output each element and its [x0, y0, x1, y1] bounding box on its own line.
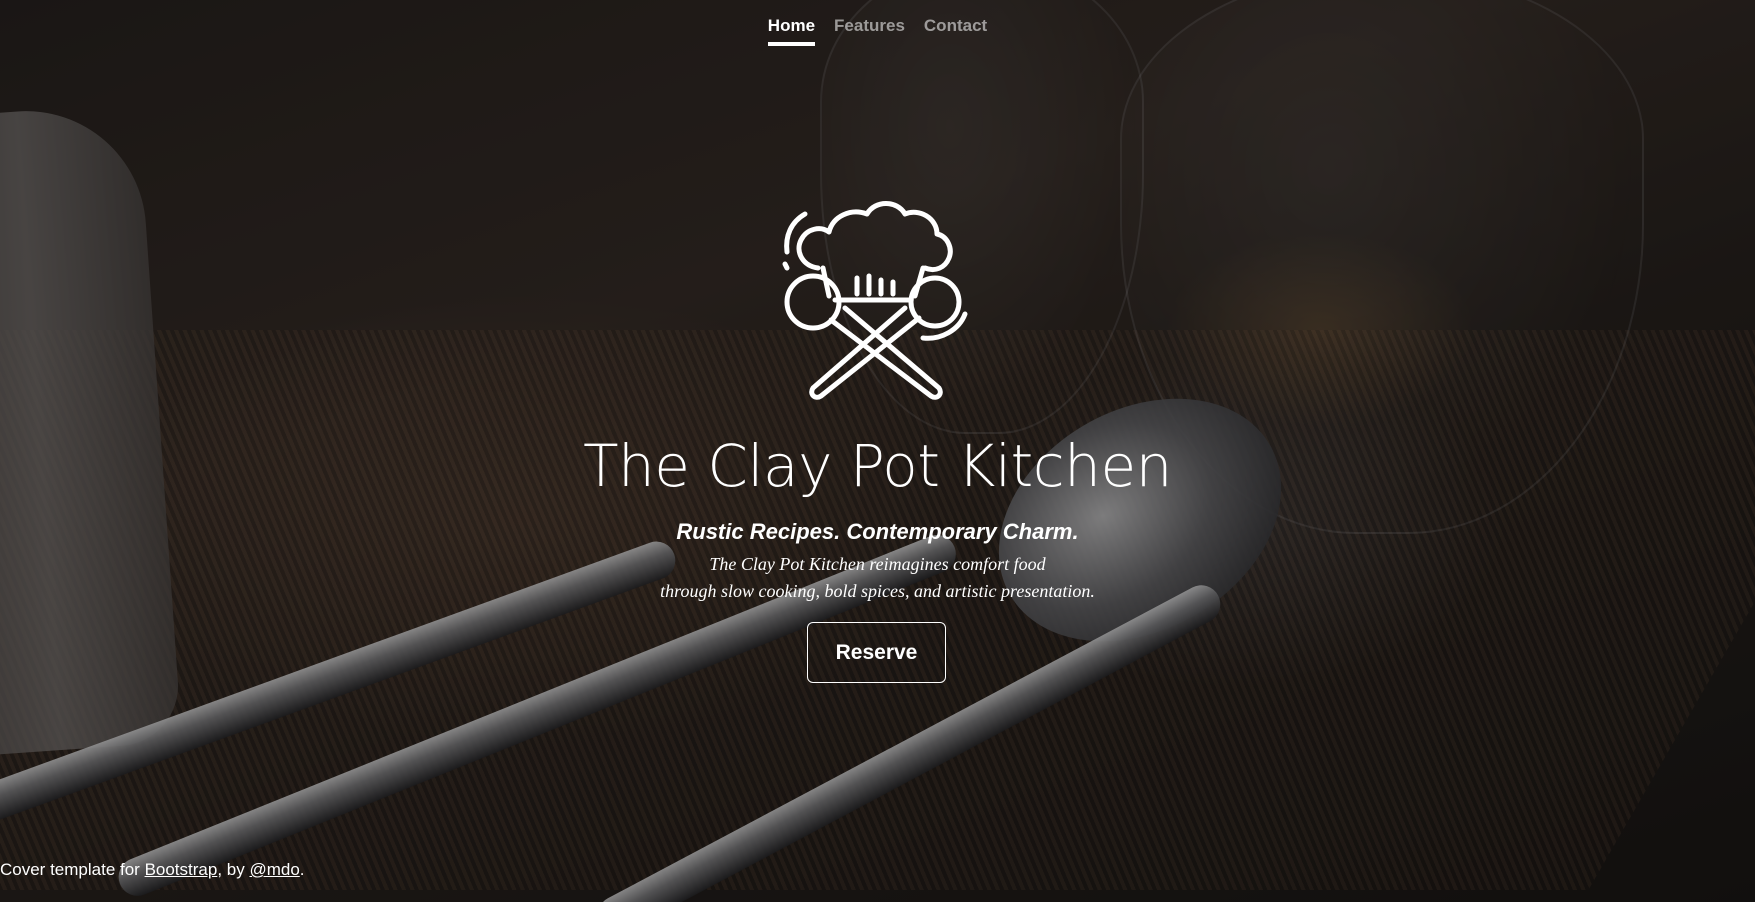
- author-link[interactable]: @mdo: [249, 860, 299, 879]
- main-nav: Home Features Contact: [0, 16, 1755, 46]
- nav-home-link[interactable]: Home: [767, 16, 816, 46]
- hero-description-line: The Clay Pot Kitchen reimagines comfort …: [709, 554, 1046, 574]
- footer-text: .: [299, 860, 305, 879]
- hero-description-line: through slow cooking, bold spices, and a…: [660, 581, 1095, 601]
- bootstrap-link[interactable]: Bootstrap: [145, 860, 218, 879]
- chef-hat-crossed-spoons-icon: [782, 201, 968, 400]
- footer-credit: Cover template for Bootstrap, by @mdo.: [0, 860, 305, 880]
- footer-text: , by: [217, 860, 250, 879]
- hero-tagline: Rustic Recipes. Contemporary Charm.: [676, 519, 1079, 544]
- page: Home Features Contact The Clay Pot Kitch…: [0, 0, 1755, 902]
- footer-text: Cover template for: [0, 860, 145, 879]
- nav-contact-link[interactable]: Contact: [924, 16, 987, 46]
- hero-description: The Clay Pot Kitchen reimagines comfort …: [0, 551, 1755, 605]
- page-title: The Clay Pot Kitchen: [583, 432, 1172, 500]
- reserve-button[interactable]: Reserve: [807, 622, 946, 683]
- nav-features-link[interactable]: Features: [834, 16, 905, 46]
